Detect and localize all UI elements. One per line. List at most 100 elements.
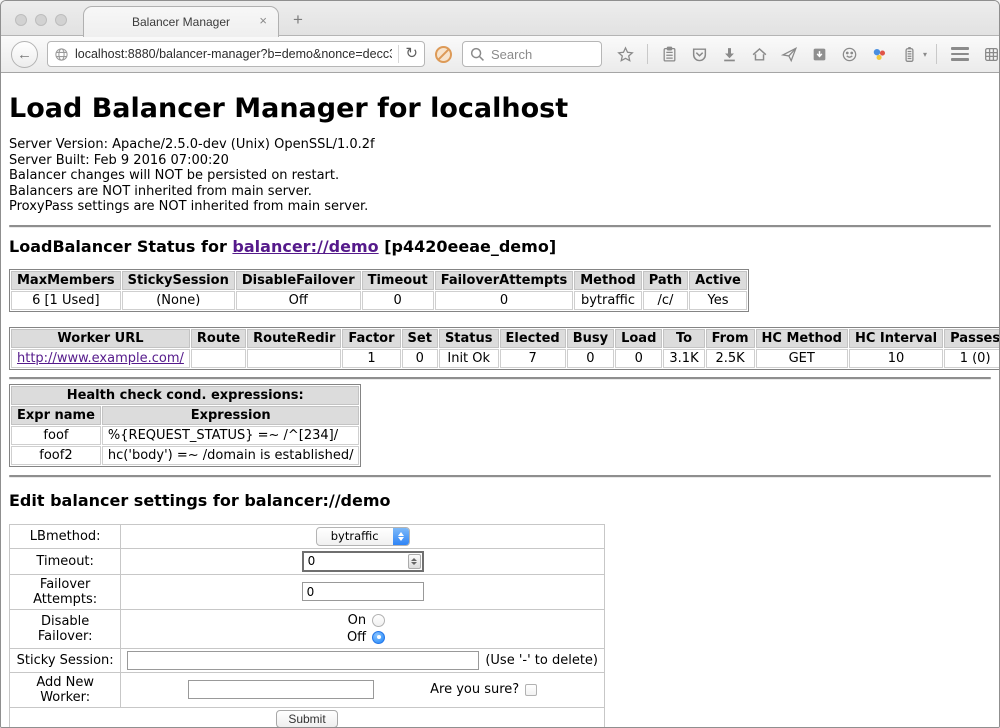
col-expr-name: Expr name — [11, 406, 101, 425]
submit-button[interactable]: Submit — [276, 710, 337, 728]
tab-close-icon[interactable]: × — [259, 14, 267, 28]
back-button[interactable]: ← — [11, 41, 38, 68]
col-active: Active — [689, 271, 747, 290]
table-row: foof2 hc('body') =~ /domain is establish… — [11, 446, 359, 465]
balancer-settings-form: LBmethod: bytraffic Timeout: — [9, 524, 605, 728]
star-icon[interactable] — [617, 46, 634, 63]
pocket-icon[interactable] — [691, 46, 708, 63]
tab-title: Balancer Manager — [132, 15, 230, 29]
tab-balancer-manager[interactable]: Balancer Manager × — [83, 6, 279, 37]
divider — [9, 475, 991, 477]
col-timeout: Timeout — [362, 271, 434, 290]
col-hc-method: HC Method — [756, 329, 848, 348]
col-failoverattempts: FailoverAttempts — [435, 271, 574, 290]
send-icon[interactable] — [781, 46, 798, 63]
smiley-icon[interactable] — [841, 46, 858, 63]
extension-box-icon[interactable] — [811, 46, 828, 63]
status-heading-prefix: LoadBalancer Status for — [9, 237, 232, 256]
home-icon[interactable] — [751, 46, 768, 63]
add-worker-input[interactable] — [188, 680, 374, 699]
toolbar-icons: ▾ — [617, 44, 927, 64]
lbmethod-selected-value: bytraffic — [317, 528, 393, 545]
balancer-link[interactable]: balancer://demo — [232, 237, 378, 256]
col-to: To — [663, 329, 704, 348]
menu-icon[interactable] — [951, 47, 969, 61]
radio-off-label: Off — [340, 630, 366, 645]
minimize-window-button[interactable] — [35, 14, 47, 26]
device-icon[interactable] — [901, 46, 918, 63]
disable-failover-label: Disable Failover: — [10, 609, 121, 648]
search-icon — [469, 46, 486, 63]
note-proxypass: ProxyPass settings are NOT inherited fro… — [9, 199, 991, 215]
disable-failover-off-radio[interactable] — [372, 631, 385, 644]
menu-group — [936, 44, 1000, 64]
server-version: Server Version: Apache/2.5.0-dev (Unix) … — [9, 137, 991, 153]
worker-url-link[interactable]: http://www.example.com/ — [17, 351, 184, 366]
edit-settings-heading: Edit balancer settings for balancer://de… — [9, 491, 991, 510]
lbmethod-select[interactable]: bytraffic — [316, 527, 410, 546]
sticky-session-input[interactable] — [127, 651, 479, 670]
note-persist: Balancer changes will NOT be persisted o… — [9, 168, 991, 184]
download-icon[interactable] — [721, 46, 738, 63]
confirm-checkbox[interactable] — [525, 684, 537, 696]
col-worker-url: Worker URL — [11, 329, 190, 348]
col-set: Set — [402, 329, 438, 348]
url-separator — [398, 45, 399, 63]
col-expression: Expression — [102, 406, 360, 425]
col-maxmembers: MaxMembers — [11, 271, 121, 290]
status-heading: LoadBalancer Status for balancer://demo … — [9, 237, 991, 256]
reload-icon[interactable]: ↻ — [405, 46, 418, 62]
sticky-session-hint: (Use '-' to delete) — [485, 653, 598, 668]
toolbar-separator-2 — [936, 44, 937, 64]
chevron-down-icon[interactable]: ▾ — [923, 50, 927, 59]
form-row-sticky-session: Sticky Session: (Use '-' to delete) — [10, 648, 605, 672]
failover-attempts-input[interactable] — [302, 582, 424, 601]
col-from: From — [706, 329, 755, 348]
form-row-disable-failover: Disable Failover: On Off — [10, 609, 605, 648]
navigation-toolbar: ← localhost:8880/balancer-manager?b=demo… — [1, 36, 999, 73]
toolbar-separator — [647, 44, 648, 64]
number-stepper-icon[interactable] — [408, 554, 421, 569]
blocked-content-icon[interactable] — [434, 45, 453, 64]
health-table-title: Health check cond. expressions: — [11, 386, 359, 405]
failover-attempts-label: Failover Attempts: — [10, 574, 121, 609]
colored-dots-icon[interactable] — [871, 46, 888, 63]
url-bar[interactable]: localhost:8880/balancer-manager?b=demo&n… — [47, 41, 425, 67]
zoom-window-button[interactable] — [55, 14, 67, 26]
add-worker-label: Add New Worker: — [10, 672, 121, 707]
divider — [9, 225, 991, 227]
url-text[interactable]: localhost:8880/balancer-manager?b=demo&n… — [75, 47, 392, 61]
bookmarks-icon[interactable] — [661, 46, 678, 63]
col-passes: Passes — [944, 329, 999, 348]
col-factor: Factor — [342, 329, 400, 348]
col-route: Route — [191, 329, 246, 348]
form-row-add-worker: Add New Worker: Are you sure? — [10, 672, 605, 707]
form-row-failover-attempts: Failover Attempts: — [10, 574, 605, 609]
col-hc-interval: HC Interval — [849, 329, 943, 348]
timeout-input[interactable] — [302, 551, 424, 572]
search-bar[interactable] — [462, 41, 602, 67]
tab-bar: Balancer Manager × + — [1, 1, 999, 36]
balancer-status-table: MaxMembers StickySession DisableFailover… — [9, 269, 749, 312]
table-row: foof %{REQUEST_STATUS} =~ /^[234]/ — [11, 426, 359, 445]
table-header-row: MaxMembers StickySession DisableFailover… — [11, 271, 747, 290]
col-disablefailover: DisableFailover — [236, 271, 361, 290]
table-header-row: Worker URL Route RouteRedir Factor Set S… — [11, 329, 999, 348]
health-check-table: Health check cond. expressions: Expr nam… — [9, 384, 361, 467]
new-tab-button[interactable]: + — [293, 11, 303, 28]
search-input[interactable] — [491, 47, 581, 62]
col-method: Method — [574, 271, 641, 290]
back-arrow-icon: ← — [17, 46, 32, 63]
confirm-label: Are you sure? — [430, 682, 519, 697]
col-stickysession: StickySession — [122, 271, 235, 290]
table-row: 6 [1 Used] (None) Off 0 0 bytraffic /c/ … — [11, 291, 747, 310]
col-busy: Busy — [567, 329, 614, 348]
form-row-timeout: Timeout: — [10, 548, 605, 574]
col-elected: Elected — [500, 329, 566, 348]
close-window-button[interactable] — [15, 14, 27, 26]
status-heading-suffix: [p4420eeae_demo] — [379, 237, 557, 256]
disable-failover-on-radio[interactable] — [372, 614, 385, 627]
grid-icon[interactable] — [983, 46, 1000, 63]
sticky-session-label: Sticky Session: — [10, 648, 121, 672]
timeout-label: Timeout: — [10, 548, 121, 574]
